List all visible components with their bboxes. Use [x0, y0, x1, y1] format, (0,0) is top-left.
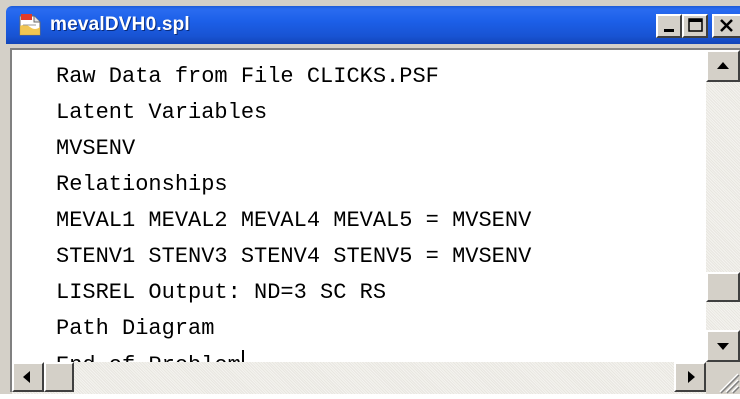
editor-line: STENV1 STENV3 STENV4 STENV5 = MVSENV: [56, 244, 532, 269]
right-arrow-icon: [688, 371, 695, 383]
vertical-scrollbar[interactable]: [706, 50, 740, 362]
size-grip[interactable]: [706, 362, 740, 394]
client-area: Raw Data from File CLICKS.PSF Latent Var…: [6, 44, 740, 394]
scroll-up-button[interactable]: [706, 50, 740, 82]
editor-line: MVSENV: [56, 136, 136, 161]
up-arrow-icon: [717, 62, 729, 69]
left-arrow-icon: [23, 371, 30, 383]
maximize-button[interactable]: [682, 14, 708, 38]
editor-line-last: End of Problem: [56, 350, 244, 362]
text-caret: [241, 350, 244, 362]
title-bar[interactable]: mevalDVH0.spl: [6, 6, 740, 44]
down-arrow-icon: [717, 343, 729, 350]
editor-line: Latent Variables: [56, 100, 268, 125]
horizontal-scrollbar[interactable]: [12, 362, 706, 394]
text-editor[interactable]: Raw Data from File CLICKS.PSF Latent Var…: [10, 48, 740, 394]
minimize-icon: [664, 29, 674, 32]
minimize-button[interactable]: [656, 14, 682, 38]
editor-line-text: End of Problem: [56, 353, 241, 362]
editor-text-area[interactable]: Raw Data from File CLICKS.PSF Latent Var…: [12, 50, 706, 362]
close-icon: [720, 19, 733, 32]
editor-line: Raw Data from File CLICKS.PSF: [56, 64, 439, 89]
editor-line: Relationships: [56, 172, 228, 197]
document-icon[interactable]: [18, 13, 42, 37]
window-title: mevalDVH0.spl: [50, 14, 190, 35]
maximize-icon: [688, 18, 703, 32]
scroll-right-button[interactable]: [674, 362, 706, 392]
resize-grip-icon: [719, 373, 740, 394]
scroll-down-button[interactable]: [706, 330, 740, 362]
editor-line: MEVAL1 MEVAL2 MEVAL4 MEVAL5 = MVSENV: [56, 208, 532, 233]
horizontal-scroll-thumb[interactable]: [44, 362, 74, 392]
spl-editor-window: mevalDVH0.spl Raw Data from File CLICKS.…: [0, 0, 740, 394]
editor-line: Path Diagram: [56, 316, 215, 341]
vertical-scroll-thumb[interactable]: [706, 272, 740, 302]
scroll-left-button[interactable]: [12, 362, 44, 392]
editor-line: LISREL Output: ND=3 SC RS: [56, 280, 387, 305]
close-button[interactable]: [712, 14, 740, 38]
